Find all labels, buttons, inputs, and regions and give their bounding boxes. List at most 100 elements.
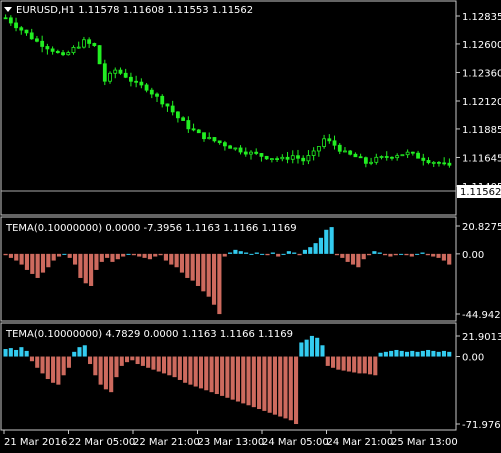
histogram-bar — [105, 253, 110, 258]
price-axis: 1.12835 1.12600 1.12360 1.12120 1.11885 1.116… — [456, 12, 501, 193]
time-tick-label: 21 Mar 2016 — [4, 437, 67, 448]
histogram-bar — [19, 347, 24, 357]
histogram-bar — [82, 345, 87, 357]
histogram-bar — [420, 350, 425, 357]
histogram-bar — [324, 229, 329, 254]
histogram-bar — [146, 356, 151, 368]
histogram-bar — [241, 356, 246, 404]
histogram-bar — [302, 249, 307, 254]
price-tick-label: 1.11645 — [462, 153, 501, 164]
histogram-bar — [262, 356, 267, 411]
histogram-bar — [103, 356, 108, 390]
indicator-1-axis: 20.8275 0.00 -44.9424 — [456, 222, 501, 321]
histogram-bar — [93, 356, 98, 376]
histogram-bar — [341, 356, 346, 371]
indicator-1-header: TEMA(0.10000000) 0.0000 -7.3956 1.1163 1… — [5, 223, 297, 234]
histogram-bar — [366, 253, 372, 256]
time-axis: 21 Mar 2016 22 Mar 05:0022 Mar 21:0023 Ma… — [3, 430, 458, 448]
histogram-bar — [447, 351, 452, 357]
histogram-bar — [110, 253, 115, 262]
main-header: EURUSD,H1 1.11578 1.11608 1.11553 1.1156… — [16, 5, 253, 16]
time-tick-label: 24 Mar 05:00 — [262, 437, 329, 448]
histogram-bar — [425, 253, 430, 256]
histogram-bar — [67, 253, 72, 258]
histogram-bar — [121, 253, 126, 257]
histogram-bar — [78, 253, 83, 278]
histogram-bar — [201, 253, 206, 292]
main-panel-frame[interactable] — [0, 0, 457, 216]
histogram-bar — [62, 253, 67, 255]
histogram-bar — [177, 356, 182, 380]
histogram-bar — [19, 253, 24, 265]
histogram-bar — [404, 253, 409, 256]
histogram-bar — [56, 356, 61, 385]
histogram-bar — [142, 253, 147, 258]
histogram-bar — [8, 348, 13, 357]
histogram-bar — [225, 356, 230, 398]
histogram-bar — [244, 252, 249, 254]
histogram-bar — [270, 252, 275, 254]
histogram-bar — [204, 356, 209, 391]
histogram-bar — [292, 252, 297, 254]
histogram-bar — [329, 227, 334, 254]
histogram-bar — [420, 252, 425, 254]
histogram-bar — [345, 253, 350, 262]
histogram-bar — [114, 356, 119, 378]
histogram-bar — [46, 253, 51, 268]
histogram-bar — [217, 253, 222, 315]
histogram-bar — [447, 253, 452, 265]
histogram-bar — [309, 335, 314, 357]
histogram-bar — [61, 356, 66, 376]
price-tick-label: 1.12835 — [462, 12, 501, 23]
histogram-bar — [24, 350, 29, 357]
histogram-bar — [431, 350, 436, 357]
histogram-bar — [14, 253, 19, 261]
histogram-bar — [362, 356, 367, 374]
histogram-bar — [325, 356, 330, 366]
histogram-bar — [251, 356, 256, 408]
histogram-bar — [185, 253, 190, 278]
indicator-2-axis: 21.9013 0.00 -71.9766 — [456, 332, 501, 431]
candle — [102, 59, 107, 86]
histogram-bar — [183, 356, 188, 383]
histogram-bar — [161, 356, 167, 374]
histogram-bar — [188, 356, 193, 385]
histogram-bar — [72, 253, 78, 265]
histogram-bar — [193, 356, 198, 387]
histogram-bar — [394, 349, 399, 357]
histogram-bar — [246, 356, 251, 406]
histogram-bar — [137, 253, 142, 257]
candle — [348, 149, 353, 156]
chart-window[interactable]: EURUSD,H1 1.11578 1.11608 1.11553 1.1156… — [0, 0, 501, 453]
time-tick-label: 23 Mar 13:00 — [198, 437, 265, 448]
histogram-bar — [51, 356, 56, 383]
candle — [97, 45, 102, 65]
histogram-bar — [174, 253, 179, 268]
histogram-bar — [135, 356, 140, 365]
histogram-bar — [294, 356, 299, 425]
histogram-bar — [254, 252, 259, 254]
histogram-bar — [228, 252, 233, 254]
histogram-bar — [89, 253, 94, 286]
histogram-bar — [383, 351, 388, 357]
histogram-bar — [66, 356, 71, 368]
histogram-bar — [158, 253, 163, 256]
histogram-bar — [238, 251, 243, 254]
histogram-bar — [56, 253, 62, 257]
histogram-bar — [35, 253, 40, 278]
histogram-bar — [313, 243, 318, 254]
histogram-bar — [436, 351, 441, 357]
histogram-bar — [288, 356, 293, 421]
histogram-bar — [130, 356, 135, 361]
histogram-bar — [320, 345, 325, 357]
histogram-bar — [83, 253, 88, 284]
time-tick-label: 22 Mar 05:00 — [69, 437, 136, 448]
histogram-bar — [399, 253, 404, 255]
histogram-bar — [352, 356, 357, 373]
time-tick-label: 22 Mar 21:00 — [133, 437, 200, 448]
histogram-bar — [99, 253, 104, 262]
histogram-bar — [281, 253, 286, 255]
histogram-bar — [361, 253, 366, 260]
histogram-bar — [179, 253, 185, 273]
histogram-bar — [331, 356, 336, 368]
